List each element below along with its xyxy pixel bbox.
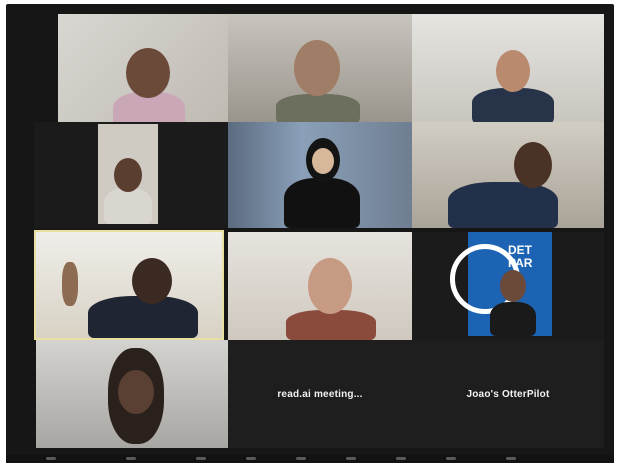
- toolbar-control[interactable]: [506, 457, 516, 460]
- participant-tile[interactable]: [412, 14, 604, 122]
- participant-tile[interactable]: [228, 232, 412, 340]
- participant-tile[interactable]: [34, 122, 228, 228]
- bot-tile[interactable]: Joao's OtterPilot: [412, 340, 604, 448]
- toolbar-control[interactable]: [196, 457, 206, 460]
- participant-video: [228, 122, 412, 228]
- toolbar-control[interactable]: [396, 457, 406, 460]
- participant-tile[interactable]: DET PAR: [412, 232, 604, 340]
- participant-tile[interactable]: [228, 14, 412, 122]
- participant-video: [36, 340, 228, 448]
- logo-text: DET PAR: [508, 243, 533, 270]
- participant-tile[interactable]: [58, 14, 228, 122]
- meeting-toolbar: [6, 455, 614, 463]
- participant-tile[interactable]: [228, 122, 412, 228]
- participant-video: [412, 122, 604, 228]
- toolbar-control[interactable]: [46, 457, 56, 460]
- active-speaker-tile[interactable]: [34, 230, 224, 340]
- toolbar-control[interactable]: [346, 457, 356, 460]
- participant-tile[interactable]: [412, 122, 604, 228]
- toolbar-control[interactable]: [246, 457, 256, 460]
- bot-display-name: read.ai meeting...: [277, 388, 363, 400]
- toolbar-control[interactable]: [126, 457, 136, 460]
- organization-logo: DET PAR: [450, 232, 552, 336]
- participant-video: [228, 14, 412, 122]
- participant-video: [58, 14, 228, 122]
- toolbar-control[interactable]: [296, 457, 306, 460]
- meeting-gallery: DET PAR read.ai meeting... Joao's OtterP…: [6, 4, 614, 459]
- participant-video: [412, 14, 604, 122]
- participant-video: [98, 124, 158, 224]
- participant-video: [36, 232, 222, 338]
- participant-tile[interactable]: [36, 340, 228, 448]
- toolbar-control[interactable]: [446, 457, 456, 460]
- bot-display-name: Joao's OtterPilot: [466, 388, 550, 400]
- participant-video: [228, 232, 412, 340]
- bot-tile[interactable]: read.ai meeting...: [228, 340, 412, 448]
